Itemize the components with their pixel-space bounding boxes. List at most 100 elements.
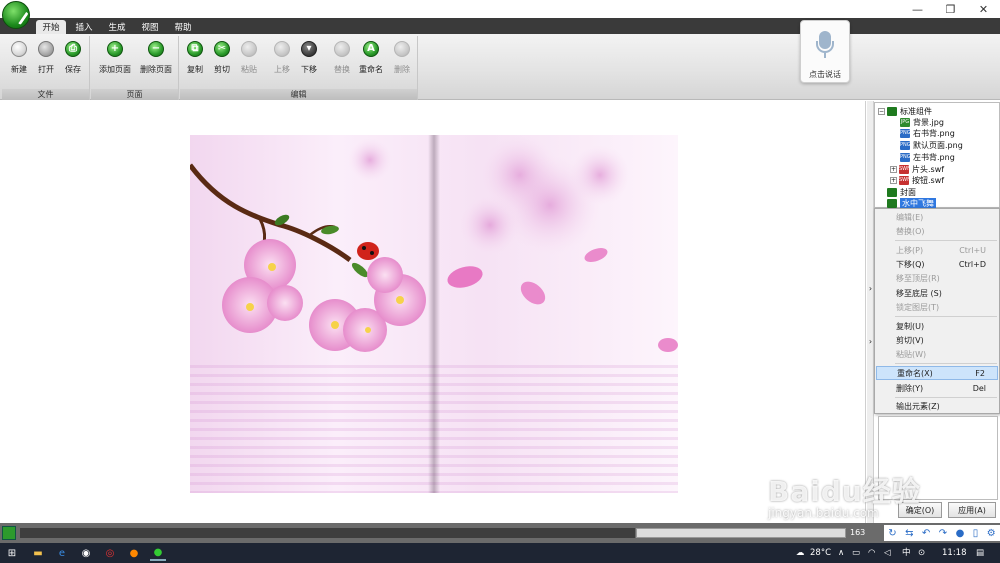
tree-node[interactable]: + SWF 片头.swf — [890, 164, 944, 175]
menu-item-rename[interactable]: 重命名(X) F2 — [876, 366, 998, 380]
expand-arrow-icon[interactable]: › — [867, 284, 874, 293]
tree-node[interactable]: PNG 默认页面.png — [900, 140, 963, 151]
window-controls: — ❐ ✕ — [901, 0, 1000, 18]
windows-start-icon[interactable]: ⊞ — [4, 545, 20, 561]
maximize-button[interactable]: ❐ — [934, 0, 967, 18]
app-icon[interactable]: ◉ — [78, 545, 94, 561]
app-logo-icon[interactable] — [2, 1, 30, 29]
menu-item-delete[interactable]: 删除(Y) Del — [876, 381, 998, 395]
tree-node-standard-components[interactable]: − 标准组件 — [878, 106, 932, 117]
expand-icon[interactable]: + — [890, 177, 897, 184]
tab-generate[interactable]: 生成 — [102, 20, 132, 34]
expand-arrow-icon[interactable]: › — [867, 337, 874, 346]
new-button[interactable]: 新建 — [4, 40, 34, 84]
menu-item-move-down[interactable]: 下移(Q) Ctrl+D — [876, 257, 998, 271]
collapse-icon[interactable]: − — [878, 108, 885, 115]
rename-button[interactable]: A 重命名 — [356, 40, 386, 84]
menu-item-export[interactable]: 输出元素(Z) — [876, 399, 998, 413]
add-page-button[interactable]: + 添加页面 — [97, 40, 133, 84]
document-icon[interactable]: ▯ — [973, 528, 979, 539]
close-button[interactable]: ✕ — [967, 0, 1000, 18]
plus-icon: + — [107, 41, 123, 57]
cut-button[interactable]: ✂ 剪切 — [207, 40, 237, 84]
flip-icon[interactable]: ⇆ — [905, 528, 913, 539]
menu-item-cut[interactable]: 剪切(V) — [876, 333, 998, 347]
menu-item-move-up[interactable]: 上移(P) Ctrl+U — [876, 243, 998, 257]
media-player-icon[interactable]: ◎ — [102, 545, 118, 561]
undo-icon[interactable]: ↶ — [922, 528, 930, 539]
volume-icon[interactable]: ◁ — [884, 543, 891, 563]
page-scroll-track[interactable] — [20, 528, 635, 538]
menu-item-edit[interactable]: 编辑(E) — [876, 210, 998, 224]
zoom-slider[interactable] — [636, 528, 846, 538]
tab-view[interactable]: 视图 — [135, 20, 165, 34]
weather-temp[interactable]: 28°C — [810, 543, 831, 563]
menu-separator — [895, 397, 997, 398]
tree-node-cover[interactable]: 封面 — [887, 187, 916, 198]
group-page: + 添加页面 − 删除页面 页面 — [91, 36, 179, 100]
network-icon[interactable]: ▭ — [852, 543, 860, 563]
paste-button[interactable]: 粘贴 — [234, 40, 264, 84]
menu-separator — [895, 363, 997, 364]
minimize-button[interactable]: — — [901, 0, 934, 18]
tree-node[interactable]: PNG 左书背.png — [900, 152, 955, 163]
swf-file-icon: SWF — [899, 176, 910, 185]
tree-node[interactable]: + SWF 按钮.swf — [890, 175, 944, 186]
flipbook-app-icon[interactable]: ● — [150, 545, 166, 561]
voice-input-button[interactable]: 点击说话 — [800, 20, 850, 83]
menu-item-replace[interactable]: 替换(O) — [876, 224, 998, 238]
menu-item-lock-layer[interactable]: 锁定图层(T) — [876, 300, 998, 314]
menu-item-copy[interactable]: 复制(U) — [876, 319, 998, 333]
move-up-button[interactable]: 上移 — [267, 40, 297, 84]
tree-node[interactable]: JPG 背景.jpg — [900, 117, 944, 128]
notification-icon[interactable]: ▤ — [976, 543, 984, 563]
status-icon[interactable] — [2, 526, 16, 540]
weather-icon[interactable]: ☁ — [796, 543, 805, 563]
book-preview[interactable] — [190, 135, 678, 493]
replace-button[interactable]: 替换 — [327, 40, 357, 84]
settings-gear-icon[interactable]: ⚙ — [987, 528, 996, 539]
copy-button[interactable]: ⧉ 复制 — [180, 40, 210, 84]
windows-taskbar: ⊞ ▬ e ◉ ◎ ● ● ☁ 28°C ∧ ▭ ◠ ◁ 中 ⊙ 11:18 ▤ — [0, 543, 1000, 563]
wifi-icon[interactable]: ◠ — [868, 543, 875, 563]
menu-item-send-to-bottom[interactable]: 移至底层 (S) — [876, 286, 998, 300]
redo-icon[interactable]: ↷ — [939, 528, 947, 539]
tray-up-arrow-icon[interactable]: ∧ — [838, 543, 844, 563]
menu-item-bring-to-top[interactable]: 移至顶层(R) — [876, 271, 998, 285]
language-indicator[interactable]: 中 — [902, 543, 911, 563]
save-button[interactable]: ⎙ 保存 — [58, 40, 88, 84]
group-label-file: 文件 — [2, 89, 89, 100]
menu-separator — [895, 240, 997, 241]
folder-icon — [887, 107, 897, 116]
rotate-icon[interactable]: ↻ — [888, 528, 896, 539]
clock[interactable]: 11:18 — [942, 543, 967, 563]
panel-splitter[interactable]: › › — [867, 101, 874, 523]
minus-icon: − — [148, 41, 164, 57]
component-tree[interactable]: − 标准组件 JPG 背景.jpg PNG 右书背.png PNG 默认页面.p… — [874, 102, 1000, 209]
rename-icon: A — [363, 41, 379, 57]
tab-help[interactable]: 帮助 — [168, 20, 198, 34]
group-file: 新建 打开 ⎙ 保存 文件 — [2, 36, 90, 100]
firefox-icon[interactable]: ● — [126, 545, 142, 561]
page-canvas[interactable] — [0, 101, 866, 523]
tree-node[interactable]: PNG 右书背.png — [900, 128, 955, 139]
microphone-small-icon[interactable]: ● — [956, 528, 965, 539]
png-file-icon: PNG — [900, 153, 911, 162]
menu-separator — [895, 316, 997, 317]
file-explorer-icon[interactable]: ▬ — [30, 545, 46, 561]
apply-button[interactable]: 应用(A) — [948, 502, 996, 518]
move-down-button[interactable]: ▾ 下移 — [294, 40, 324, 84]
png-file-icon: PNG — [900, 129, 911, 138]
tab-insert[interactable]: 插入 — [70, 20, 98, 34]
group-label-edit: 编辑 — [180, 89, 417, 100]
delete-page-button[interactable]: − 删除页面 — [138, 40, 174, 84]
swf-file-icon: SWF — [899, 165, 910, 174]
edge-browser-icon[interactable]: e — [54, 545, 70, 561]
ime-icon[interactable]: ⊙ — [918, 543, 925, 563]
menu-item-paste[interactable]: 粘贴(W) — [876, 347, 998, 361]
tab-start[interactable]: 开始 — [36, 20, 66, 34]
delete-button[interactable]: 删除 — [387, 40, 417, 84]
expand-icon[interactable]: + — [890, 166, 897, 173]
context-menu: 编辑(E) 替换(O) 上移(P) Ctrl+U 下移(Q) Ctrl+D 移至顶层… — [874, 208, 1000, 414]
open-button[interactable]: 打开 — [31, 40, 61, 84]
